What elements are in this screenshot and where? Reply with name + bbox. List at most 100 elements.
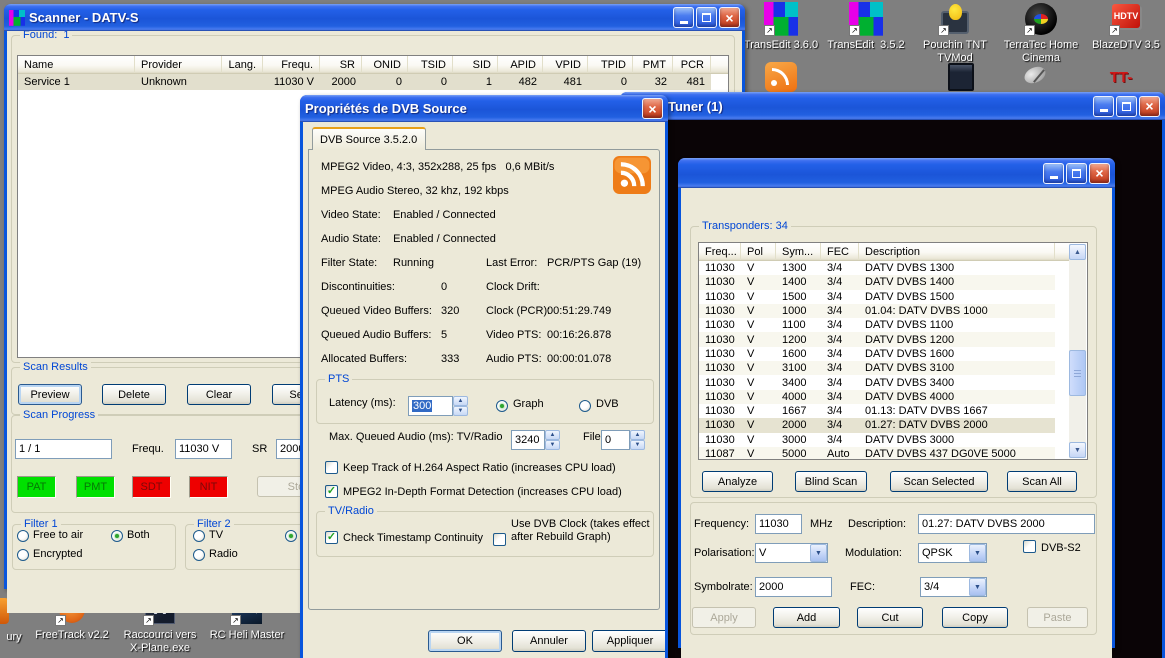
tab-dvb-source[interactable]: DVB Source 3.5.2.0 xyxy=(312,127,426,150)
preview-button[interactable]: Preview xyxy=(18,384,82,405)
column-header[interactable]: SR xyxy=(320,56,362,73)
minimize-button[interactable] xyxy=(1093,96,1114,117)
max-queued-field[interactable]: 3240 xyxy=(511,430,545,450)
delete-button[interactable]: Delete xyxy=(102,384,166,405)
desktop-icon-transedit360[interactable]: ↗TransEdit 3.6.0 xyxy=(738,2,824,52)
chevron-down-icon[interactable]: ▼ xyxy=(969,578,986,596)
console-icon[interactable] xyxy=(945,62,977,92)
timestamp-checkbox[interactable] xyxy=(325,531,338,544)
close-icon[interactable]: × xyxy=(1089,163,1110,184)
filter2-tv-radio[interactable] xyxy=(193,530,205,542)
blind-scan-button[interactable]: Blind Scan xyxy=(795,471,867,492)
column-header[interactable]: SID xyxy=(453,56,498,73)
frequ-field[interactable]: 11030 V xyxy=(175,439,232,459)
latency-field[interactable]: 300 xyxy=(408,396,453,416)
mpeg2-checkbox-label[interactable]: MPEG2 In-Depth Format Detection (increas… xyxy=(343,486,622,498)
table-row[interactable]: 11030V20003/401.27: DATV DVBS 2000 xyxy=(699,418,1055,432)
filter2-radio-radio-label[interactable]: Radio xyxy=(209,548,238,560)
file-field[interactable]: 0 xyxy=(601,430,630,450)
scanner-titlebar[interactable]: Scanner - DATV-S × xyxy=(4,4,745,31)
scan-all-button[interactable]: Scan All xyxy=(1007,471,1077,492)
feed-icon[interactable] xyxy=(765,62,797,92)
table-row[interactable]: 11030V13003/4DATV DVBS 1300 xyxy=(699,261,1055,275)
column-header[interactable]: Freq... xyxy=(699,243,741,260)
ok-button[interactable]: OK xyxy=(428,630,502,652)
filter1-both-radio-label[interactable]: Both xyxy=(127,529,150,541)
dvbs2-checkbox[interactable] xyxy=(1023,540,1036,553)
dvb-radio[interactable] xyxy=(579,400,591,412)
table-row[interactable]: 11087V5000AutoDATV DVBS 437 DG0VE 5000 xyxy=(699,447,1055,460)
dialog-titlebar[interactable]: Propriétés de DVB Source × xyxy=(300,95,668,122)
timestamp-checkbox-label[interactable]: Check Timestamp Continuity xyxy=(343,532,483,544)
modulation-select[interactable]: QPSK ▼ xyxy=(918,543,987,563)
dvb-radio-label[interactable]: DVB xyxy=(596,398,619,410)
frequency-field[interactable]: 11030 xyxy=(755,514,802,534)
h264-checkbox[interactable] xyxy=(325,461,338,474)
table-row[interactable]: 11030V16003/4DATV DVBS 1600 xyxy=(699,347,1055,361)
close-icon[interactable]: × xyxy=(642,98,663,119)
chevron-down-icon[interactable]: ▼ xyxy=(969,544,986,562)
clear-button[interactable]: Clear xyxy=(187,384,251,405)
table-row[interactable]: 11030V40003/4DATV DVBS 4000 xyxy=(699,390,1055,404)
graph-radio-label[interactable]: Graph xyxy=(513,398,544,410)
maximize-button[interactable] xyxy=(1116,96,1137,117)
column-header[interactable]: Pol xyxy=(741,243,776,260)
cut-button[interactable]: Cut xyxy=(857,607,923,628)
cancel-button[interactable]: Annuler xyxy=(512,630,586,652)
filter1-both-radio[interactable] xyxy=(111,530,123,542)
spin-up-icon[interactable]: ▲ xyxy=(545,430,560,440)
close-icon[interactable]: × xyxy=(719,7,740,28)
ttlogo-icon[interactable]: TT- xyxy=(1105,62,1137,92)
spin-down-icon[interactable]: ▼ xyxy=(453,406,468,416)
add-button[interactable]: Add xyxy=(773,607,840,628)
dvbclock-checkbox[interactable] xyxy=(493,533,506,546)
spin-down-icon[interactable]: ▼ xyxy=(545,440,560,450)
table-row[interactable]: 11030V30003/4DATV DVBS 3000 xyxy=(699,433,1055,447)
polarisation-select[interactable]: V ▼ xyxy=(755,543,828,563)
column-header[interactable]: FEC xyxy=(821,243,859,260)
spin-down-icon[interactable]: ▼ xyxy=(630,440,645,450)
scroll-down-icon[interactable]: ▼ xyxy=(1069,442,1086,458)
scroll-up-icon[interactable]: ▲ xyxy=(1069,244,1086,260)
filter1-free-to-air-radio-label[interactable]: Free to air xyxy=(33,529,83,541)
column-header[interactable]: Lang. xyxy=(222,56,263,73)
column-header[interactable]: TSID xyxy=(408,56,453,73)
table-row[interactable]: 11030V10003/401.04: DATV DVBS 1000 xyxy=(699,304,1055,318)
dvbs2-label[interactable]: DVB-S2 xyxy=(1041,542,1081,554)
table-row[interactable]: 11030V14003/4DATV DVBS 1400 xyxy=(699,275,1055,289)
column-header[interactable]: VPID xyxy=(543,56,588,73)
apply-button[interactable]: Appliquer xyxy=(592,630,665,652)
spin-up-icon[interactable]: ▲ xyxy=(630,430,645,440)
column-header[interactable]: Name xyxy=(18,56,135,73)
column-header[interactable]: ONID xyxy=(362,56,408,73)
apply-button[interactable]: Apply xyxy=(692,607,756,628)
filter2-tv-radio-label[interactable]: TV xyxy=(209,529,223,541)
column-header[interactable]: TPID xyxy=(588,56,633,73)
desktop-icon-terratec[interactable]: ↗TerraTec HomeCinema xyxy=(998,2,1084,65)
vertical-scrollbar[interactable]: ▲ ▼ xyxy=(1069,244,1086,458)
dvbclock-checkbox-label[interactable]: Use DVB Clock (takes effect after Rebuil… xyxy=(511,518,665,544)
scrollbar-thumb[interactable] xyxy=(1069,350,1086,396)
filter1-free-to-air-radio[interactable] xyxy=(17,530,29,542)
copy-button[interactable]: Copy xyxy=(942,607,1008,628)
table-row[interactable]: 11030V34003/4DATV DVBS 3400 xyxy=(699,375,1055,389)
filter2-extra-radio[interactable] xyxy=(285,530,297,542)
spin-up-icon[interactable]: ▲ xyxy=(453,396,468,406)
paste-button[interactable]: Paste xyxy=(1027,607,1088,628)
desktop-icon-blazedtv[interactable]: HDTV↗BlazeDTV 3.5 xyxy=(1083,2,1165,52)
tuner-titlebar[interactable]: Tuner (1) × xyxy=(620,92,1165,120)
mpeg2-checkbox[interactable] xyxy=(325,485,338,498)
filter1-encrypted-radio[interactable] xyxy=(17,549,29,561)
progress-field[interactable]: 1 / 1 xyxy=(15,439,112,459)
symbolrate-field[interactable]: 2000 xyxy=(755,577,832,597)
table-row[interactable]: 11030V16673/401.13: DATV DVBS 1667 xyxy=(699,404,1055,418)
column-header[interactable]: PCR xyxy=(673,56,711,73)
satellite-icon[interactable] xyxy=(1020,62,1052,92)
star-icon[interactable] xyxy=(850,62,882,92)
filter1-encrypted-radio-label[interactable]: Encrypted xyxy=(33,548,83,560)
chevron-down-icon[interactable]: ▼ xyxy=(810,544,827,562)
column-header[interactable]: APID xyxy=(498,56,543,73)
h264-checkbox-label[interactable]: Keep Track of H.264 Aspect Ratio (increa… xyxy=(343,462,616,474)
maximize-button[interactable] xyxy=(1066,163,1087,184)
column-header[interactable]: PMT xyxy=(633,56,673,73)
